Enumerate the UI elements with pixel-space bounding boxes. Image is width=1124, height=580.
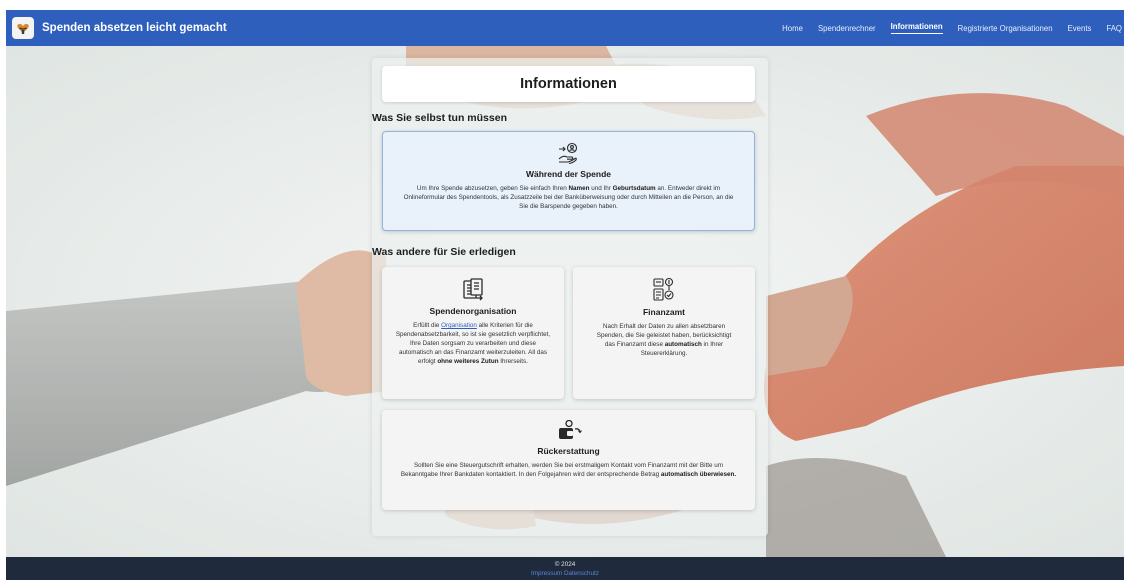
card-waehrend-der-spende: Während der Spende Um Ihre Spende abzuse…: [382, 131, 755, 231]
organisation-link[interactable]: Organisation: [441, 322, 477, 329]
donate-person-icon: [383, 141, 754, 165]
document-transfer-icon: [382, 278, 564, 302]
nav-home[interactable]: Home: [782, 24, 803, 33]
top-navbar: Spenden absetzen leicht gemacht Home Spe…: [6, 10, 1124, 46]
card-text-part: Um Ihre Spende abzusetzen, geben Sie ein…: [416, 185, 569, 192]
nav-events[interactable]: Events: [1068, 24, 1092, 33]
hand-heart-logo-icon: [12, 17, 34, 39]
card-title: Finanzamt: [642, 307, 686, 317]
card-text-part: Erfüllt die: [413, 322, 442, 329]
card-spendenorganisation: Spendenorganisation Erfüllt die Organisa…: [382, 267, 564, 399]
impressum-link[interactable]: Impressum: [531, 570, 562, 577]
page-title-card: Informationen: [382, 66, 755, 102]
card-text-bold: automatisch: [664, 341, 702, 348]
card-title: Während der Spende: [525, 169, 611, 179]
card-text: Um Ihre Spende abzusetzen, geben Sie ein…: [383, 184, 754, 211]
tax-office-icon: [573, 277, 755, 303]
card-title: Rückerstattung: [537, 446, 600, 456]
card-text: Erfüllt die Organisation alle Kriterien …: [382, 321, 564, 366]
card-text-part: und Ihr: [589, 185, 613, 192]
page-footer: © 2024 Impressum Datenschutz: [6, 557, 1124, 580]
browser-viewport: Spenden absetzen leicht gemacht Home Spe…: [6, 10, 1124, 580]
card-title: Spendenorganisation: [429, 306, 517, 316]
content-panel: Informationen Was Sie selbst tun müssen …: [372, 58, 768, 536]
nav-registrierte-organisationen[interactable]: Registrierte Organisationen: [958, 24, 1053, 33]
card-text-bold: Namen: [568, 185, 590, 192]
card-text-bold: Geburtsdatum: [612, 185, 656, 192]
brand[interactable]: Spenden absetzen leicht gemacht: [12, 17, 227, 39]
page-title: Informationen: [520, 76, 617, 92]
section-heading-others: Was andere für Sie erledigen: [372, 246, 516, 258]
nav-informationen[interactable]: Informationen: [890, 22, 943, 34]
card-text-bold: automatisch überwiesen.: [660, 471, 737, 478]
card-text: Nach Erhalt der Daten zu allen absetzbar…: [573, 322, 755, 358]
brand-title: Spenden absetzen leicht gemacht: [42, 22, 227, 34]
section-heading-self: Was Sie selbst tun müssen: [372, 112, 507, 124]
card-text-part: Ihrerseits.: [498, 358, 528, 365]
wallet-refund-icon: [382, 420, 755, 442]
card-rueckerstattung: Rückerstattung Sollten Sie eine Steuergu…: [382, 410, 755, 510]
main-nav: Home Spendenrechner Informationen Regist…: [767, 10, 1122, 46]
nav-faq[interactable]: FAQ: [1106, 24, 1122, 33]
copyright: © 2024: [554, 561, 576, 568]
datenschutz-link[interactable]: Datenschutz: [564, 570, 599, 577]
card-text: Sollten Sie eine Steuergutschrift erhalt…: [382, 461, 755, 479]
nav-spendenrechner[interactable]: Spendenrechner: [818, 24, 876, 33]
footer-links: Impressum Datenschutz: [6, 570, 1124, 577]
card-finanzamt: Finanzamt Nach Erhalt der Daten zu allen…: [573, 267, 755, 399]
card-text-bold: ohne weiteres Zutun: [437, 358, 499, 365]
